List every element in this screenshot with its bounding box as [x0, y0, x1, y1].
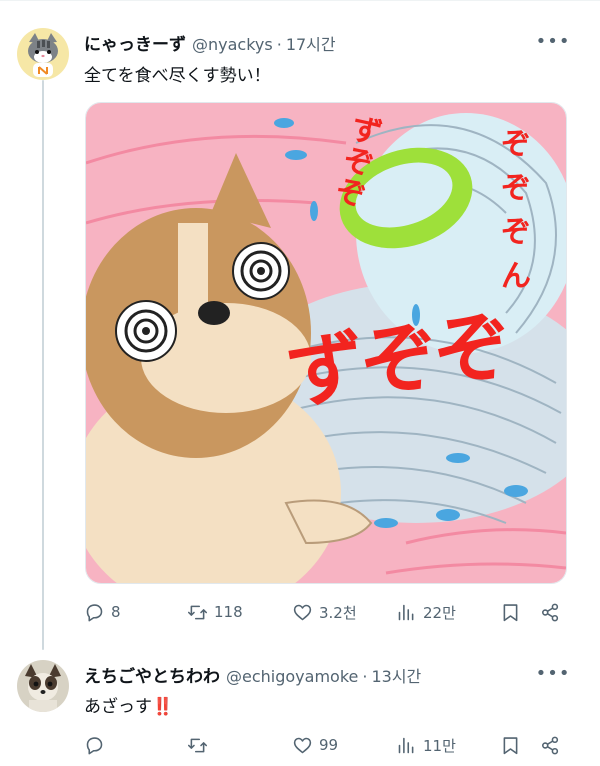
reply-icon — [86, 736, 103, 754]
like-button[interactable]: 3.2천 — [292, 598, 357, 626]
post-text: 全てを食べ尽くす勢い！ — [84, 66, 271, 86]
repost-button[interactable]: 118 — [187, 598, 243, 626]
views-button[interactable]: 11만 — [396, 731, 456, 759]
separator-dot: · — [362, 667, 368, 686]
more-options-icon[interactable]: ••• — [536, 30, 570, 52]
top-divider — [0, 0, 600, 1]
reply-count: 8 — [111, 603, 121, 621]
bookmark-icon — [503, 603, 518, 621]
avatar[interactable] — [17, 660, 69, 712]
view-count: 22만 — [423, 603, 456, 622]
chihuahua-avatar-icon — [17, 660, 69, 712]
like-count: 3.2천 — [319, 603, 357, 622]
views-button[interactable]: 22만 — [396, 598, 456, 626]
avatar[interactable] — [17, 28, 69, 80]
views-chart-icon — [398, 604, 414, 620]
post-actions: 8 118 3.2천 22만 — [84, 598, 572, 626]
reply-text: あざっす‼️ — [84, 697, 174, 717]
bookmark-button[interactable] — [500, 598, 521, 626]
share-button[interactable] — [540, 731, 561, 759]
heart-icon — [293, 604, 312, 620]
like-button[interactable]: 99 — [292, 731, 338, 759]
cat-avatar-icon — [17, 28, 69, 80]
share-button[interactable] — [540, 598, 561, 626]
bookmark-button[interactable] — [500, 731, 521, 759]
thread-connector-line — [42, 80, 44, 650]
share-icon — [542, 603, 559, 621]
swirl-sound-text-right: ぞぞぞん — [501, 127, 531, 294]
reply-time[interactable]: 13시간 — [371, 663, 421, 687]
heart-icon — [293, 737, 312, 753]
repost-button[interactable] — [187, 731, 214, 759]
reply-header: えちごやとちわわ @echigoyamoke · 13시간 — [84, 662, 421, 687]
bookmark-icon — [503, 736, 518, 754]
author-name[interactable]: にゃっきーず — [84, 30, 186, 55]
post-image[interactable]: ずぞぞ ずぞぞ ぞぞぞん — [85, 102, 567, 584]
reply-actions: 99 11만 — [84, 731, 572, 759]
repost-icon — [187, 738, 208, 752]
repost-count: 118 — [214, 603, 243, 621]
separator-dot: · — [276, 35, 282, 54]
share-icon — [542, 736, 559, 754]
reply-button[interactable]: 8 — [84, 598, 121, 626]
double-exclamation-emoji: ‼️ — [152, 697, 174, 717]
post-time[interactable]: 17시간 — [286, 31, 336, 55]
reply-author-handle[interactable]: @echigoyamoke — [226, 667, 358, 686]
post-header: にゃっきーず @nyackys · 17시간 — [84, 30, 336, 55]
reply-icon — [86, 603, 103, 621]
more-options-icon[interactable]: ••• — [536, 662, 570, 684]
like-count: 99 — [319, 736, 339, 754]
repost-icon — [187, 605, 208, 619]
reply-author-name[interactable]: えちごやとちわわ — [84, 662, 220, 687]
views-chart-icon — [398, 737, 414, 753]
author-handle[interactable]: @nyackys — [192, 35, 273, 54]
view-count: 11만 — [423, 736, 456, 755]
reply-button[interactable] — [84, 731, 111, 759]
